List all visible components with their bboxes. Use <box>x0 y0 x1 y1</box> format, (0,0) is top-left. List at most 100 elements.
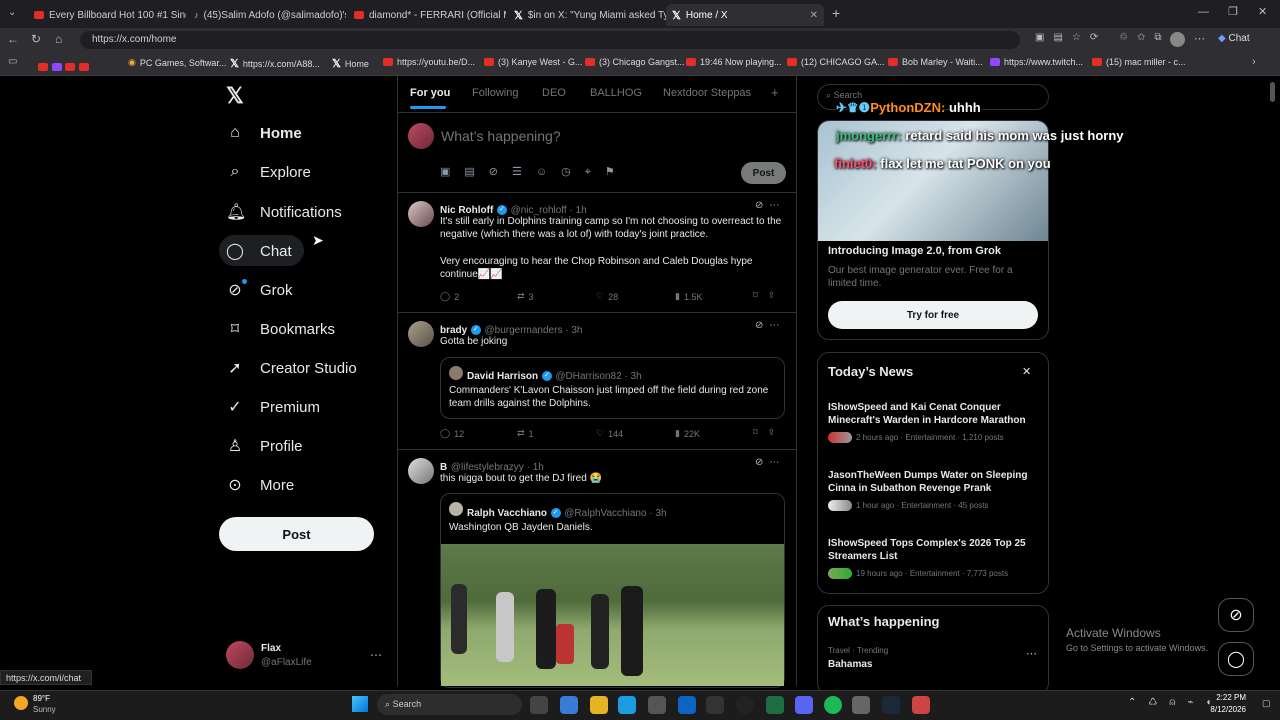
edge-icon[interactable] <box>618 696 636 714</box>
bookmark-5[interactable]: (3) Kanye West - G... <box>484 57 582 67</box>
browser-tab-4[interactable]: 𝕏$in on X: "Yung Miami asked Tyli✕ <box>508 4 666 26</box>
nav-home[interactable]: ⌂ Home <box>226 124 302 142</box>
task-view-icon[interactable] <box>530 696 548 714</box>
composer-input[interactable]: What’s happening? <box>441 128 561 144</box>
steam-icon[interactable] <box>882 696 900 714</box>
app-icon[interactable] <box>912 696 930 714</box>
new-tab-icon[interactable]: + <box>832 5 840 21</box>
news-item-title[interactable]: JasonTheWeen Dumps Water on Sleeping Cin… <box>828 469 1040 495</box>
weather-temp[interactable]: 89°F <box>33 694 50 703</box>
clock-time[interactable]: 2:22 PM <box>1206 693 1246 702</box>
back-icon[interactable]: ← <box>7 32 19 46</box>
app-icon[interactable] <box>736 696 754 714</box>
maximize-icon[interactable]: ❐ <box>1228 5 1238 18</box>
views-button[interactable]: ▮ 22K <box>675 428 700 439</box>
post-button[interactable]: Post <box>219 517 374 551</box>
browser-tab-1[interactable]: Every Billboard Hot 100 #1 Single✕ <box>28 4 186 26</box>
reply-button[interactable]: ◯ 12 <box>440 428 464 439</box>
news-item-title[interactable]: IShowSpeed Tops Complex's 2026 Top 25 St… <box>828 537 1040 563</box>
nav-bookmarks[interactable]: ⌑ Bookmarks <box>226 319 335 339</box>
tab-ballhog[interactable]: BALLHOG <box>590 87 642 99</box>
spotify-icon[interactable] <box>824 696 842 714</box>
trend-menu-icon[interactable]: ⋯ <box>1026 647 1037 660</box>
browser-tab-3[interactable]: diamond* - FERRARI (Official Musi✕ <box>348 4 506 26</box>
composer-post-button[interactable]: Post <box>741 162 786 184</box>
tab-deo[interactable]: DEO <box>542 87 566 99</box>
account-menu-icon[interactable]: ⋯ <box>370 648 382 662</box>
bookmark-2[interactable]: 𝕏https://x.com/A88... <box>230 57 320 70</box>
bookmark-4[interactable]: https://youtu.be/D... <box>383 57 475 67</box>
like-button[interactable]: ♡ 28 <box>596 291 618 302</box>
file-explorer-icon[interactable] <box>590 696 608 714</box>
nav-more[interactable]: ⊙ More <box>226 475 294 495</box>
bookmark-3[interactable]: 𝕏 Home <box>332 57 369 70</box>
nav-premium[interactable]: ✓ Premium <box>226 397 320 417</box>
account-avatar[interactable] <box>226 641 254 669</box>
messages-float-button[interactable]: ◯ <box>1218 642 1254 676</box>
more-options-icon[interactable]: ⋯ <box>1194 32 1205 45</box>
bookmark-share-icons[interactable]: ⌑⇪ <box>753 290 785 301</box>
nav-chat[interactable]: ◯ Chat <box>226 241 292 261</box>
tab-nextdoor-steppas[interactable]: Nextdoor Steppas <box>663 87 751 99</box>
app-icon[interactable] <box>706 696 724 714</box>
x-logo-icon[interactable]: 𝕏 <box>226 83 244 109</box>
bookmark-8[interactable]: (12) CHICAGO GA... <box>787 57 885 67</box>
news-item-title[interactable]: IShowSpeed and Kai Cenat Conquer Minecra… <box>828 401 1040 427</box>
nav-notifications[interactable]: 🔔︎ Notifications <box>226 202 342 222</box>
nav-grok[interactable]: ⊘ Grok <box>226 280 292 300</box>
nav-profile[interactable]: ♙ Profile <box>226 436 303 456</box>
bookmark-1[interactable]: ◉ PC Games, Softwar... <box>128 57 226 68</box>
bookmark-6[interactable]: (3) Chicago Gangst... <box>585 57 685 67</box>
tweet-avatar[interactable] <box>408 458 434 484</box>
tweet-avatar[interactable] <box>408 321 434 347</box>
profile-avatar[interactable] <box>1170 32 1185 47</box>
tweet-menu-icons[interactable]: ⊘⋯ <box>755 320 785 331</box>
trend-topic[interactable]: Bahamas <box>828 658 872 671</box>
notification-icon[interactable]: ▢ <box>1262 698 1271 709</box>
try-for-free-button[interactable]: Try for free <box>828 301 1038 329</box>
nav-creator-studio[interactable]: ➚ Creator Studio <box>226 358 356 378</box>
close-tab-icon[interactable]: ✕ <box>810 10 818 21</box>
app-icon[interactable] <box>766 696 784 714</box>
bookmark-9[interactable]: Bob Marley - Waiti... <box>888 57 983 67</box>
composer-toolbar-icons[interactable]: ▣▤⊘☰☺◷⌖⚑ <box>440 165 629 179</box>
tweet-menu-icons[interactable]: ⊘⋯ <box>755 457 785 468</box>
grok-float-button[interactable]: ⊘ <box>1218 598 1254 632</box>
bookmark-icon-row[interactable] <box>38 59 89 74</box>
taskbar-search[interactable]: ⌕ Search <box>377 694 522 715</box>
bookmark-10[interactable]: https://www.twitch... <box>990 57 1083 67</box>
browser-tab-active[interactable]: 𝕏 Home / X ✕ <box>666 4 824 26</box>
close-window-icon[interactable]: ✕ <box>1258 5 1267 18</box>
tab-list-icon[interactable]: ⌄ <box>8 7 16 18</box>
add-tab-icon[interactable]: + <box>771 85 779 100</box>
minimize-icon[interactable]: — <box>1198 6 1209 18</box>
clock-date[interactable]: 8/12/2026 <box>1200 705 1246 714</box>
bookmark-11[interactable]: (15) mac miller - c... <box>1092 57 1186 67</box>
nav-explore[interactable]: ⌕ Explore <box>226 163 311 181</box>
chevron-right-icon[interactable]: › <box>1252 56 1256 68</box>
reload-icon[interactable]: ↻ <box>31 32 41 46</box>
close-icon[interactable]: ✕ <box>1022 365 1031 378</box>
address-bar[interactable]: https://x.com/home <box>80 31 1020 49</box>
views-button[interactable]: ▮ 1.5K <box>675 291 702 302</box>
discord-icon[interactable] <box>795 696 813 714</box>
tab-following[interactable]: Following <box>472 87 518 99</box>
app-icon[interactable] <box>678 696 696 714</box>
tweet-menu-icons[interactable]: ⊘⋯ <box>755 200 785 211</box>
reply-button[interactable]: ◯ 2 <box>440 291 459 302</box>
windows-start-icon[interactable] <box>352 696 368 712</box>
scrollbar-thumb[interactable] <box>1270 82 1275 102</box>
store-icon[interactable] <box>648 696 666 714</box>
settings-icon[interactable] <box>852 696 870 714</box>
repost-button[interactable]: ⇄ 1 <box>517 428 534 439</box>
tweet-avatar[interactable] <box>408 201 434 227</box>
copilot-chat-button[interactable]: ◆ Chat <box>1218 33 1250 44</box>
browser-tab-2[interactable]: ♪(45)Salim Adofo (@salimadofo)'s✕ <box>188 4 346 26</box>
tweet-media-image[interactable] <box>441 544 784 686</box>
home-icon[interactable]: ⌂ <box>55 32 62 46</box>
extension-icons[interactable]: ▣▤☆⟳ ♲✩⧉ <box>1035 32 1171 43</box>
bookmark-share-icons[interactable]: ⌑⇪ <box>753 427 785 438</box>
bookmark-7[interactable]: 19:46 Now playing... <box>686 57 782 67</box>
reading-list-icon[interactable]: ▭ <box>8 56 17 67</box>
like-button[interactable]: ♡ 144 <box>596 428 623 439</box>
